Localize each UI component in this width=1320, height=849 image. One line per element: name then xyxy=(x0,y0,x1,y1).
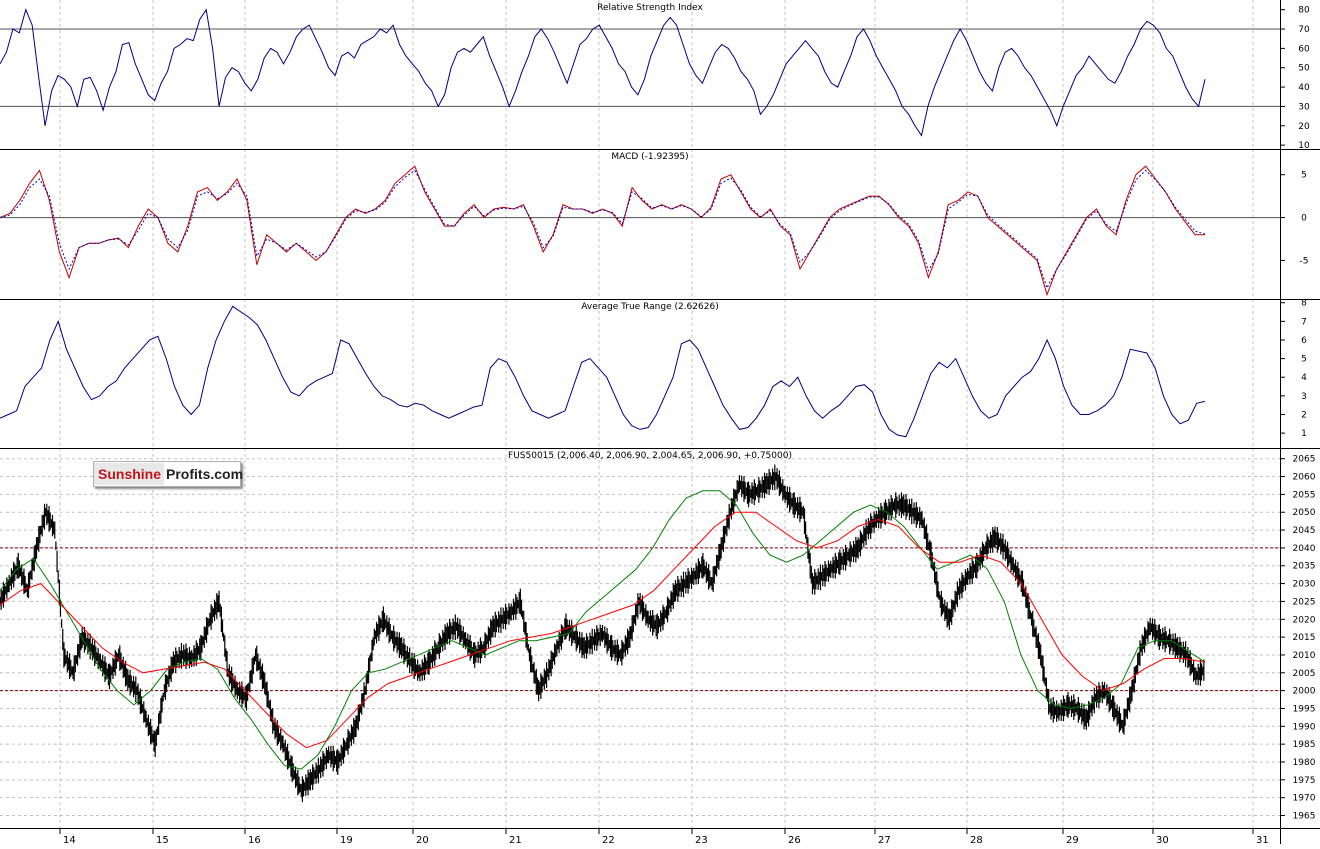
y-label-3-1995: 1995 xyxy=(1293,704,1316,714)
y-label-3-2065: 2065 xyxy=(1293,455,1316,465)
panel-title-3: FUS50015 (2,006.40, 2,006.90, 2,004.65, … xyxy=(508,451,792,461)
y-label-0-20: 20 xyxy=(1298,122,1310,132)
y-label-2-3: 3 xyxy=(1301,392,1307,402)
y-label-0-40: 40 xyxy=(1298,83,1310,93)
y-label-3-2010: 2010 xyxy=(1293,651,1316,661)
y-label-3-2000: 2000 xyxy=(1293,687,1316,697)
y-label-2-5: 5 xyxy=(1301,355,1307,365)
y-label-3-1990: 1990 xyxy=(1293,722,1316,732)
y-label-3-2015: 2015 xyxy=(1293,633,1316,643)
x-label-30: 30 xyxy=(1156,835,1169,844)
x-label-31: 31 xyxy=(1256,835,1269,844)
y-label-3-2030: 2030 xyxy=(1293,580,1316,590)
logo-part-sunshine: Sunshine xyxy=(94,463,165,485)
x-label-15: 15 xyxy=(156,835,169,844)
y-label-3-1975: 1975 xyxy=(1293,776,1316,786)
sunshine-profits-logo: Sunshine Profits.com xyxy=(93,461,244,487)
y-label-2-2: 2 xyxy=(1301,410,1307,420)
y-label-2-6: 6 xyxy=(1301,336,1307,346)
panel-title-2: Average True Range (2.62626) xyxy=(581,302,718,312)
y-label-0-30: 30 xyxy=(1298,102,1310,112)
chart-svg: 14 15 16 19 20 21 22 23 26 27 28 29 30 31 80706050403… xyxy=(0,0,1320,846)
y-label-3-2055: 2055 xyxy=(1293,490,1316,500)
y-label-3-2060: 2060 xyxy=(1293,473,1316,483)
x-label-16: 16 xyxy=(248,835,261,844)
panel-title-0: Relative Strength Index xyxy=(597,3,703,13)
y-label-0-70: 70 xyxy=(1298,25,1310,35)
x-label-28: 28 xyxy=(970,835,983,844)
x-label-26: 26 xyxy=(788,835,801,844)
y-label-1-0: 0 xyxy=(1301,214,1307,224)
x-label-29: 29 xyxy=(1066,835,1079,844)
y-label-3-2005: 2005 xyxy=(1293,669,1316,679)
y-label-2-7: 7 xyxy=(1301,317,1307,327)
y-label-3-2035: 2035 xyxy=(1293,562,1316,572)
x-label-14: 14 xyxy=(63,835,76,844)
y-label-3-1985: 1985 xyxy=(1293,740,1316,750)
y-label-0-60: 60 xyxy=(1298,44,1310,54)
x-label-20: 20 xyxy=(416,835,429,844)
y-label-3-1970: 1970 xyxy=(1293,794,1316,804)
y-label-2-8: 8 xyxy=(1301,299,1307,309)
y-label-3-1965: 1965 xyxy=(1293,812,1316,822)
logo-part-profits: Profits.com xyxy=(166,466,244,482)
x-label-22: 22 xyxy=(602,835,615,844)
y-label-2-1: 1 xyxy=(1301,429,1307,439)
y-label-3-2045: 2045 xyxy=(1293,526,1316,536)
y-label-3-2040: 2040 xyxy=(1293,544,1316,554)
x-label-19: 19 xyxy=(340,835,353,844)
y-label-0-50: 50 xyxy=(1298,64,1310,74)
y-label-2-4: 4 xyxy=(1301,373,1307,383)
y-label-3-2020: 2020 xyxy=(1293,615,1316,625)
y-label-3-2025: 2025 xyxy=(1293,597,1316,607)
x-label-27: 27 xyxy=(878,835,891,844)
x-label-23: 23 xyxy=(695,835,708,844)
y-label-1-5: 5 xyxy=(1301,171,1307,181)
y-label-1--5: -5 xyxy=(1300,256,1309,266)
y-label-0-80: 80 xyxy=(1298,6,1310,16)
y-label-0-10: 10 xyxy=(1298,141,1310,151)
x-label-21: 21 xyxy=(509,835,522,844)
panel-title-1: MACD (-1.92395) xyxy=(611,152,688,162)
y-label-3-2050: 2050 xyxy=(1293,508,1316,518)
y-label-3-1980: 1980 xyxy=(1293,758,1316,768)
chart-root: 14 15 16 19 20 21 22 23 26 27 28 29 30 31 80 70 60 50 40 3… xyxy=(0,0,1320,846)
